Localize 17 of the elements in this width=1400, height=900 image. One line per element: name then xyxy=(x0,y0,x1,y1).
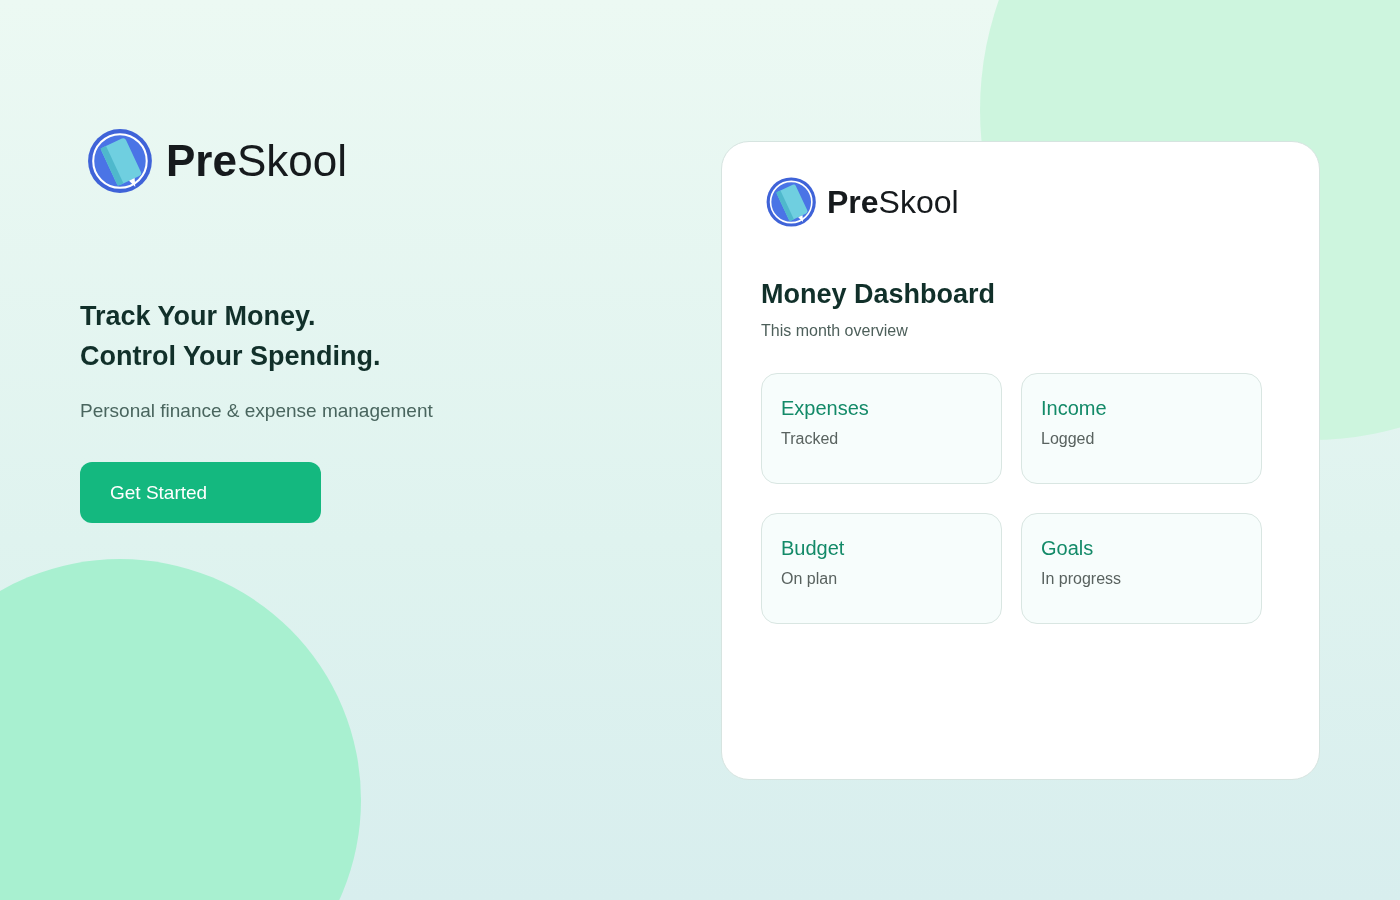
tile-status: In progress xyxy=(1041,570,1123,588)
dashboard-title: Money Dashboard xyxy=(761,279,997,310)
tile-title: Budget xyxy=(781,537,846,560)
tile-title: Income xyxy=(1041,397,1108,420)
headline: Track Your Money. xyxy=(80,300,317,333)
dashboard-subtitle: This month overview xyxy=(761,322,909,340)
tile-status: On plan xyxy=(781,570,839,588)
logo-text: PreSkool xyxy=(827,183,959,221)
tile-title: Goals xyxy=(1041,537,1095,560)
book-logo-icon xyxy=(765,175,819,229)
logo-text: PreSkool xyxy=(166,136,348,186)
tile-title: Expenses xyxy=(781,397,870,420)
headline: Control Your Spending. xyxy=(80,340,381,373)
get-started-button[interactable]: Get Started xyxy=(80,462,321,523)
tile-status: Tracked xyxy=(781,430,840,448)
tile-status: Logged xyxy=(1041,430,1096,448)
tagline: Personal finance & expense management xyxy=(80,400,433,422)
